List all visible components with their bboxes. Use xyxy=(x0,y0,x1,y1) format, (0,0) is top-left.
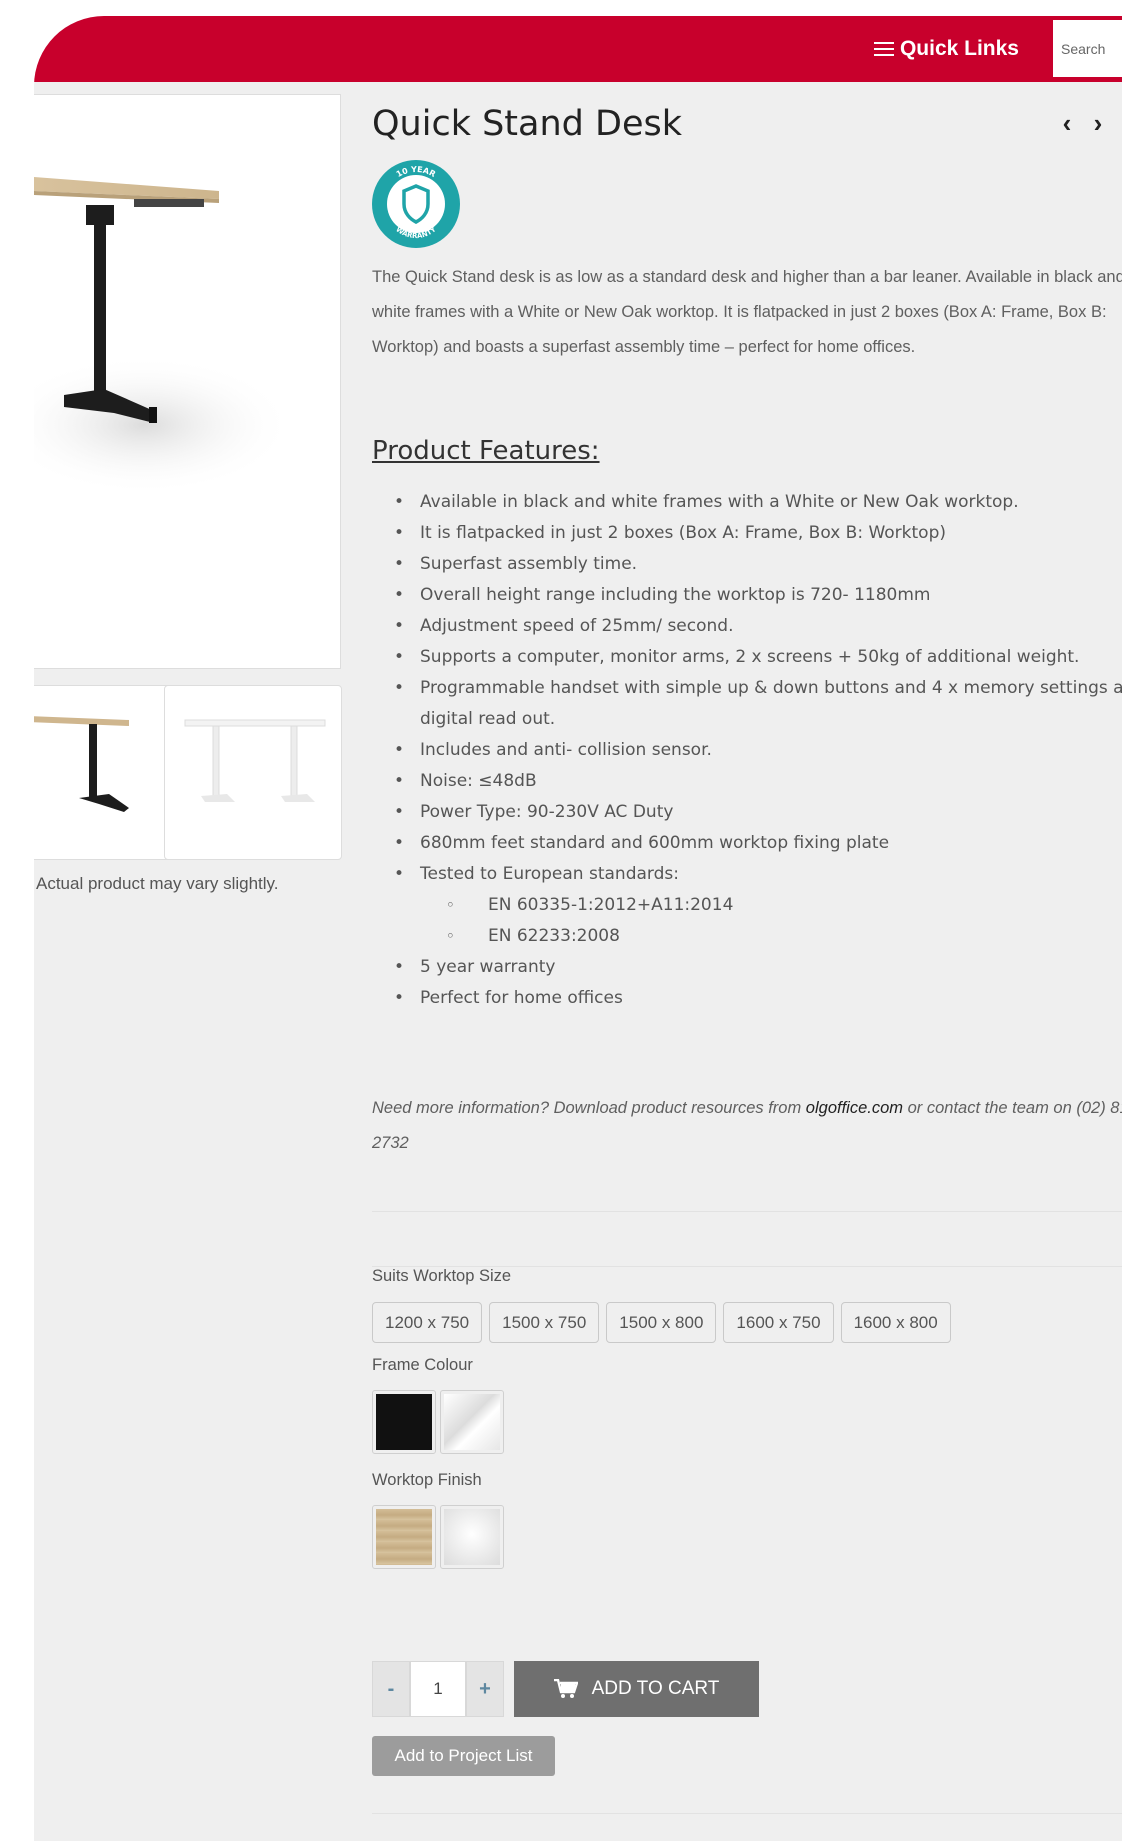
features-list: Available in black and white frames with… xyxy=(372,487,1122,1014)
swatch-black-frame[interactable] xyxy=(372,1390,436,1454)
size-option[interactable]: 1200 x 750 xyxy=(372,1302,483,1343)
frame-colour-swatches xyxy=(372,1390,504,1454)
size-option[interactable]: 1500 x 800 xyxy=(606,1302,717,1343)
feature-item: 5 year warranty xyxy=(372,952,1122,983)
quick-links-label: Quick Links xyxy=(899,37,1019,60)
image-disclaimer: Actual product may vary slightly. xyxy=(36,874,279,893)
product-title: Quick Stand Desk xyxy=(372,104,682,144)
previous-product-arrow[interactable]: ‹ xyxy=(1056,108,1078,138)
feature-item: It is flatpacked in just 2 boxes (Box A:… xyxy=(372,518,1122,549)
warranty-badge-icon: 10 YEAR WARRANTY xyxy=(372,160,460,248)
standards-sublist: EN 60335-1:2012+A11:2014 EN 62233:2008 xyxy=(420,890,1122,952)
add-to-cart-button[interactable]: ADD TO CART xyxy=(514,1661,759,1717)
size-option[interactable]: 1600 x 750 xyxy=(723,1302,834,1343)
feature-item: 680mm feet standard and 600mm worktop fi… xyxy=(372,828,1122,859)
add-to-project-list-button[interactable]: Add to Project List xyxy=(372,1736,555,1776)
swatch-new-oak[interactable] xyxy=(372,1505,436,1569)
feature-item: Available in black and white frames with… xyxy=(372,487,1122,518)
worktop-finish-swatches xyxy=(372,1505,504,1569)
section-divider xyxy=(372,1813,1122,1814)
worktop-size-label: Suits Worktop Size xyxy=(372,1267,512,1285)
feature-item: Noise: ≤48dB xyxy=(372,766,1122,797)
thumbnail-white-frame[interactable] xyxy=(164,685,342,860)
product-description: The Quick Stand desk is as low as a stan… xyxy=(372,268,1122,356)
quantity-increase-button[interactable]: + xyxy=(466,1661,504,1717)
desk-black-frame-image xyxy=(34,177,294,495)
features-heading: Product Features: xyxy=(372,436,600,466)
standard-item: EN 60335-1:2012+A11:2014 xyxy=(372,890,1122,921)
worktop-size-options: 1200 x 750 1500 x 750 1500 x 800 1600 x … xyxy=(372,1302,951,1343)
more-info-before: Need more information? Download product … xyxy=(372,1099,806,1117)
worktop-finish-label: Worktop Finish xyxy=(372,1471,482,1489)
size-option[interactable]: 1500 x 750 xyxy=(489,1302,600,1343)
feature-item: Includes and anti- collision sensor. xyxy=(372,735,1122,766)
olgoffice-link[interactable]: olgoffice.com xyxy=(806,1099,903,1117)
swatch-white-worktop[interactable] xyxy=(440,1505,504,1569)
size-option[interactable]: 1600 x 800 xyxy=(840,1302,951,1343)
feature-item: Overall height range including the workt… xyxy=(372,580,1122,611)
main-product-image[interactable] xyxy=(34,94,341,669)
next-product-arrow[interactable]: › xyxy=(1087,108,1109,138)
feature-item: Adjustment speed of 25mm/ second. xyxy=(372,611,1122,642)
quantity-input[interactable] xyxy=(410,1661,466,1717)
page-frame: Quick Links Search Actual product may va… xyxy=(34,16,1122,1841)
quick-links-menu[interactable]: Quick Links xyxy=(873,16,1019,82)
feature-item: Programmable handset with simple up & do… xyxy=(372,673,1122,735)
more-info-text: Need more information? Download product … xyxy=(372,1091,1122,1161)
top-nav-bar: Quick Links xyxy=(34,16,1122,82)
hamburger-icon xyxy=(873,38,894,60)
search-input[interactable] xyxy=(1053,20,1122,77)
frame-colour-label: Frame Colour xyxy=(372,1356,473,1374)
cart-icon xyxy=(553,1679,578,1698)
feature-standards-label: Tested to European standards: xyxy=(420,864,679,884)
feature-item: Supports a computer, monitor arms, 2 x s… xyxy=(372,642,1122,673)
swatch-white-frame[interactable] xyxy=(440,1390,504,1454)
add-to-cart-label: ADD TO CART xyxy=(591,1678,720,1699)
standard-item: EN 62233:2008 xyxy=(372,921,1122,952)
feature-item: Superfast assembly time. xyxy=(372,549,1122,580)
quantity-stepper: - + xyxy=(372,1661,504,1717)
quantity-decrease-button[interactable]: - xyxy=(372,1661,410,1717)
feature-item: Power Type: 90-230V AC Duty xyxy=(372,797,1122,828)
section-divider xyxy=(372,1211,1122,1212)
thumbnail-white-desk-image xyxy=(184,719,326,802)
feature-item: Perfect for home offices xyxy=(372,983,1122,1014)
feature-item-standards: Tested to European standards: EN 60335-1… xyxy=(372,859,1122,952)
